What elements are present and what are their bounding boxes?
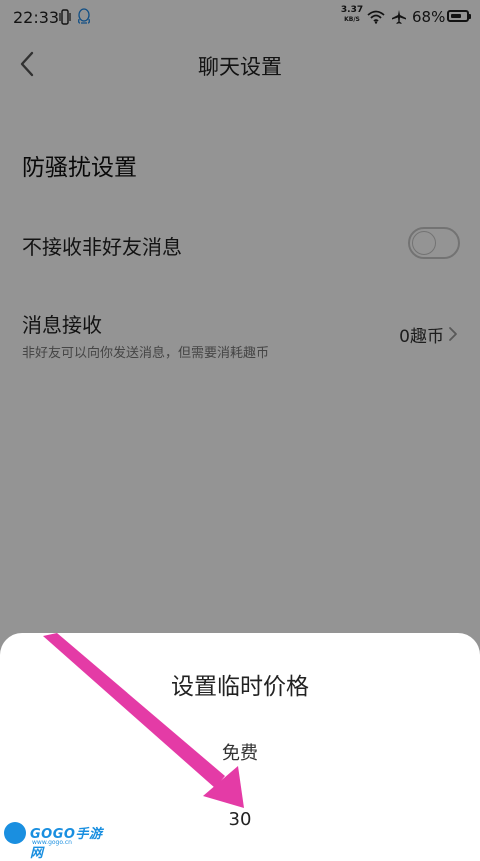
picker-option-free[interactable]: 免费 [0,739,480,765]
gogo-logo-icon [4,822,26,844]
watermark-domain: www.gogo.cn [32,839,72,846]
sheet-title: 设置临时价格 [171,674,309,700]
watermark: GOGO手游网 www.gogo.cn [4,820,104,861]
